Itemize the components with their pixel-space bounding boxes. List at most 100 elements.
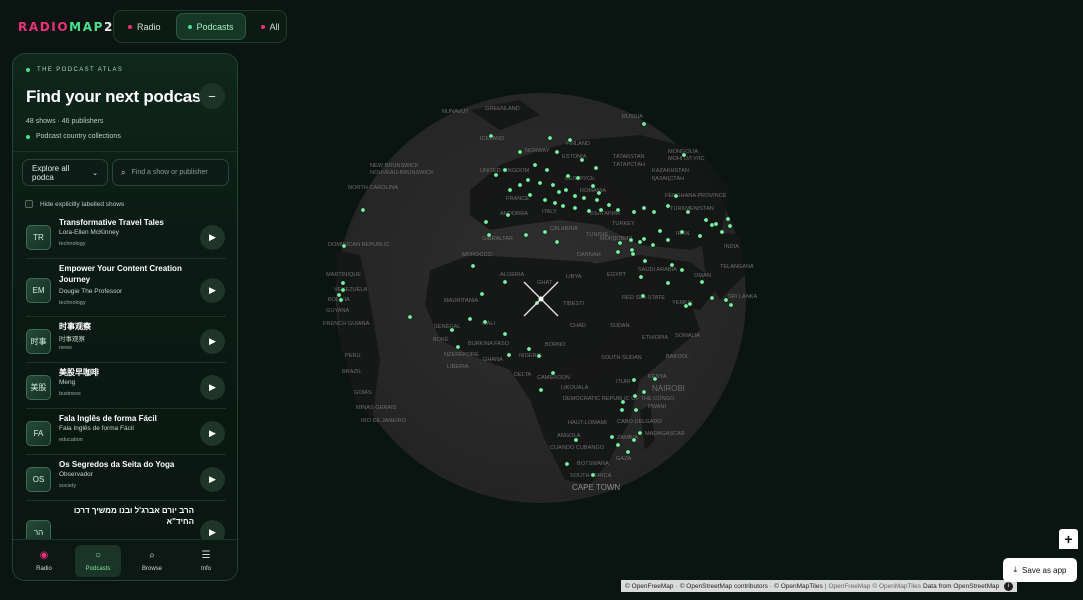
podcast-marker[interactable] xyxy=(669,262,675,268)
podcast-marker[interactable] xyxy=(606,202,612,208)
podcast-marker[interactable] xyxy=(338,297,344,303)
play-button[interactable]: ▶ xyxy=(200,329,225,354)
podcast-row[interactable]: 美股 美股早咖啡 Meng business ▶ xyxy=(13,367,237,413)
podcast-marker[interactable] xyxy=(617,240,623,246)
podcast-marker[interactable] xyxy=(567,137,573,143)
podcast-marker[interactable] xyxy=(723,297,729,303)
attr-openfreemap-link[interactable]: © OpenFreeMap xyxy=(625,583,674,590)
podcast-title[interactable]: Empower Your Content Creation Journey xyxy=(59,263,194,285)
play-button[interactable]: ▶ xyxy=(200,520,225,539)
podcast-marker[interactable] xyxy=(340,287,346,293)
podcast-artwork[interactable]: FA xyxy=(26,421,51,446)
podcast-row[interactable]: FA Fala Inglês de forma Fácil Fala Inglês … xyxy=(13,413,237,459)
podcast-marker[interactable] xyxy=(631,437,637,443)
podcast-artwork[interactable]: OS xyxy=(26,467,51,492)
podcast-marker[interactable] xyxy=(641,236,647,242)
podcast-marker[interactable] xyxy=(638,274,644,280)
podcast-title[interactable]: Fala Inglês de forma Fácil xyxy=(59,413,194,424)
podcast-marker[interactable] xyxy=(665,203,671,209)
podcast-title[interactable]: הרב יורם אברג'ל ובנו ממשיך דרכו החיד"א xyxy=(59,505,194,527)
podcast-marker[interactable] xyxy=(642,258,648,264)
podcast-marker[interactable] xyxy=(598,207,604,213)
podcast-marker[interactable] xyxy=(502,279,508,285)
podcast-marker[interactable] xyxy=(633,407,639,413)
podcast-marker[interactable] xyxy=(630,251,636,257)
podcast-marker[interactable] xyxy=(679,267,685,273)
podcast-marker[interactable] xyxy=(360,207,366,213)
podcast-marker[interactable] xyxy=(594,197,600,203)
podcast-marker[interactable] xyxy=(683,303,689,309)
podcast-marker[interactable] xyxy=(483,219,489,225)
podcast-marker[interactable] xyxy=(407,314,413,320)
podcast-marker[interactable] xyxy=(685,209,691,215)
podcast-marker[interactable] xyxy=(542,197,548,203)
podcast-marker[interactable] xyxy=(517,182,523,188)
podcast-marker[interactable] xyxy=(552,200,558,206)
play-button[interactable]: ▶ xyxy=(200,225,225,250)
podcast-marker[interactable] xyxy=(505,212,511,218)
podcast-row[interactable]: הר הרב יורם אברג'ל ובנו ממשיך דרכו החיד"א… xyxy=(13,505,237,539)
podcast-marker[interactable] xyxy=(554,149,560,155)
podcast-marker[interactable] xyxy=(615,207,621,213)
info-icon[interactable]: i xyxy=(1004,581,1014,591)
attr-openmaptiles-link[interactable]: © OpenMapTiles xyxy=(774,583,823,590)
play-button[interactable]: ▶ xyxy=(200,467,225,492)
zoom-in-button[interactable]: + xyxy=(1059,529,1078,549)
podcast-marker[interactable] xyxy=(502,167,508,173)
podcast-marker[interactable] xyxy=(619,407,625,413)
podcast-marker[interactable] xyxy=(527,192,533,198)
podcast-row[interactable]: 时事 时事观察 时事观察 news ▶ xyxy=(13,321,237,367)
podcast-marker[interactable] xyxy=(449,327,455,333)
podcast-marker[interactable] xyxy=(725,216,731,222)
podcast-marker[interactable] xyxy=(336,292,342,298)
podcast-marker[interactable] xyxy=(560,203,566,209)
podcast-marker[interactable] xyxy=(727,223,733,229)
podcast-marker[interactable] xyxy=(467,316,473,322)
search-input[interactable]: ⌕ Find a show or publisher xyxy=(112,159,229,186)
podcast-marker[interactable] xyxy=(679,229,685,235)
podcast-marker[interactable] xyxy=(699,279,705,285)
podcast-marker[interactable] xyxy=(486,232,492,238)
podcast-marker[interactable] xyxy=(713,221,719,227)
podcast-marker[interactable] xyxy=(719,229,725,235)
podcast-marker[interactable] xyxy=(564,461,570,467)
podcast-row[interactable]: TR Transformative Travel Tales Lora-Ellen … xyxy=(13,217,237,263)
attr-osm-link[interactable]: © OpenStreetMap contributors xyxy=(680,583,768,590)
podcast-marker[interactable] xyxy=(455,344,461,350)
podcast-marker[interactable] xyxy=(641,121,647,127)
podcast-marker[interactable] xyxy=(550,370,556,376)
podcast-marker[interactable] xyxy=(488,133,494,139)
podcast-marker[interactable] xyxy=(631,377,637,383)
podcast-marker[interactable] xyxy=(563,187,569,193)
podcast-marker[interactable] xyxy=(547,135,553,141)
collapse-panel-button[interactable]: − xyxy=(199,83,225,109)
podcast-marker[interactable] xyxy=(728,302,734,308)
play-button[interactable]: ▶ xyxy=(200,375,225,400)
podcast-marker[interactable] xyxy=(573,437,579,443)
podcast-marker[interactable] xyxy=(575,175,581,181)
podcast-marker[interactable] xyxy=(537,180,543,186)
podcast-artwork[interactable]: 美股 xyxy=(26,375,51,400)
play-button[interactable]: ▶ xyxy=(200,278,225,303)
podcast-marker[interactable] xyxy=(542,229,548,235)
podcast-marker[interactable] xyxy=(556,189,562,195)
mode-all[interactable]: All xyxy=(250,13,291,40)
bottom-nav-browse[interactable]: ⌕ Browse xyxy=(129,545,175,577)
podcast-marker[interactable] xyxy=(536,353,542,359)
podcast-marker[interactable] xyxy=(572,193,578,199)
podcast-marker[interactable] xyxy=(493,172,499,178)
podcast-title[interactable]: 时事观察 xyxy=(59,321,194,332)
podcast-marker[interactable] xyxy=(341,243,347,249)
podcast-marker[interactable] xyxy=(581,195,587,201)
podcast-marker[interactable] xyxy=(628,237,634,243)
explore-filter-select[interactable]: Explore all podca ⌄ xyxy=(22,159,108,186)
podcast-marker[interactable] xyxy=(637,430,643,436)
podcast-marker[interactable] xyxy=(525,177,531,183)
podcast-marker[interactable] xyxy=(620,399,626,405)
brand-logo[interactable]: RADIOMAP24 xyxy=(18,20,124,34)
podcast-marker[interactable] xyxy=(544,167,550,173)
podcast-artwork[interactable]: TR xyxy=(26,225,51,250)
podcast-artwork[interactable]: 时事 xyxy=(26,329,51,354)
attr-data-from-osm[interactable]: Data from OpenStreetMap xyxy=(923,583,999,590)
podcast-marker[interactable] xyxy=(709,295,715,301)
